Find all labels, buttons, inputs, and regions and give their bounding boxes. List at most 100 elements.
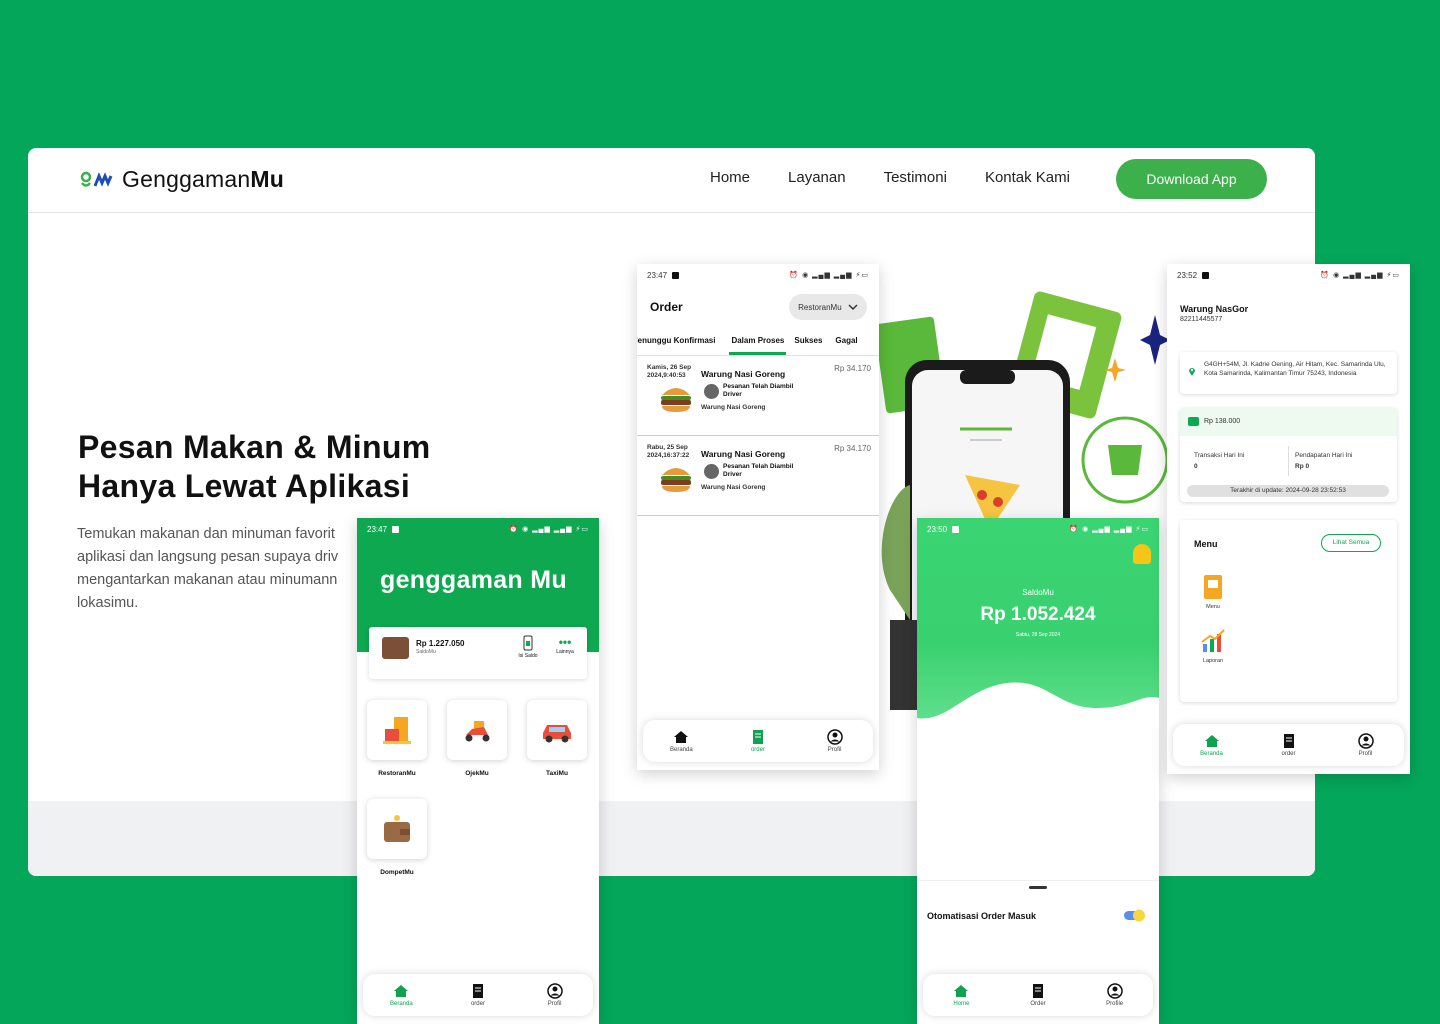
download-app-button[interactable]: Download App (1116, 159, 1267, 199)
saldo-card[interactable]: Rp 1.227.050 SaldoMu Isi Saldo ••• Lainn… (369, 627, 587, 679)
service-ojekmu[interactable]: OjekMu (447, 700, 507, 777)
merchant-address: G4GH+54M, Jl. Kadrie Oening, Air Hitam, … (1180, 352, 1397, 394)
profile-icon (1106, 983, 1123, 999)
page-title: Order (650, 300, 683, 314)
nav-kontak[interactable]: Kontak Kami (985, 169, 1070, 186)
navbar: GenggamanMu Home Layanan Testimoni Konta… (28, 148, 1315, 213)
menu-item-menu[interactable]: Menu (1198, 574, 1228, 610)
receipt-icon (472, 984, 483, 998)
restaurant-icon (383, 717, 411, 744)
receipt-icon (1283, 734, 1294, 748)
more-icon: ••• (558, 635, 572, 649)
isi-saldo-button[interactable]: Isi Saldo (517, 635, 539, 659)
hero-title: Pesan Makan & Minum Hanya Lewat Aplikasi (78, 428, 498, 506)
menu-title: Menu (1194, 539, 1218, 549)
pendapatan-stat: Pendapatan Hari Ini Rp 0 (1295, 452, 1353, 470)
order-status-text: Pesanan Telah Diambil Driver (723, 463, 794, 478)
hero-desc-line: aplikasi dan langsung pesan supaya driv (77, 549, 339, 565)
service-taximu[interactable]: TaxiMu (527, 700, 587, 777)
menu-card: Menu Lihat Semua Menu Laporan (1180, 520, 1397, 702)
restaurant-select[interactable]: RestoranMu (789, 294, 867, 320)
tab-dalam-proses[interactable]: Dalam Proses (729, 330, 787, 355)
wallet-icon (1188, 417, 1199, 426)
saldo-amount: Rp 1.052.424 (980, 604, 1096, 625)
saldo-date: Sabtu, 28 Sep 2024 (1015, 632, 1061, 638)
nav-profile[interactable]: Profile (1085, 983, 1145, 1007)
nav-beranda[interactable]: Beranda (371, 983, 431, 1007)
phone-home-screen: 23:47 ⏰ ◉ ▂▄▆ ▂▄▆ ⚡▭ genggaman Mu Rp 1.2… (357, 518, 599, 1024)
receipt-icon (1032, 984, 1043, 998)
location-pin-icon (1189, 368, 1195, 376)
order-restaurant: Warung Nasi Goreng (701, 369, 786, 379)
status-bar: 23:47 ⏰ ◉ ▂▄▆ ▂▄▆ ⚡▭ (367, 524, 589, 534)
tab-menunggu[interactable]: Menunggu Konfirmasi (637, 330, 715, 355)
tab-gagal[interactable]: Gagal (835, 330, 857, 355)
restaurant-select-value: RestoranMu (798, 302, 842, 312)
auto-order-toggle[interactable] (1124, 909, 1146, 922)
brand-name: GenggamanMu (122, 166, 284, 192)
nav-beranda[interactable]: Beranda (1182, 733, 1242, 757)
hero-desc-line: mengantarkan makanan atau minumann (77, 572, 338, 588)
status-icons: ⏰ ◉ ▂▄▆ ▂▄▆ ⚡▭ (789, 272, 869, 279)
merchant-balance: Rp 138.000 (1180, 408, 1397, 436)
wave-decoration (917, 682, 1159, 728)
nav-beranda[interactable]: Beranda (651, 729, 711, 753)
sheet-divider (917, 880, 1159, 881)
status-bar: 23:47 ⏰ ◉ ▂▄▆ ▂▄▆ ⚡▭ (637, 264, 879, 286)
order-status-text: Pesanan Telah Diambil Driver (723, 383, 794, 398)
driver-icon (704, 383, 719, 399)
service-dompetmu[interactable]: DompetMu (367, 799, 427, 876)
app-logo: genggaman Mu (380, 566, 567, 594)
lihat-semua-button[interactable]: Lihat Semua (1321, 534, 1381, 552)
nav-home[interactable]: Home (931, 983, 991, 1007)
order-date: Kamis, 26 Sep 2024,9:40:53 (647, 364, 692, 379)
sheet-handle[interactable] (1029, 886, 1047, 889)
order-price: Rp 34.170 (834, 444, 871, 453)
nav-profil[interactable]: Profil (805, 729, 865, 753)
nav-layanan[interactable]: Layanan (788, 169, 846, 186)
car-icon (543, 725, 571, 743)
logo-icon (80, 171, 113, 187)
phone-icon (523, 635, 533, 651)
nav-order[interactable]: order (448, 983, 508, 1007)
service-restoranmu[interactable]: RestoranMu (367, 700, 427, 777)
brand-logo[interactable]: GenggamanMu (80, 166, 284, 193)
lainnya-button[interactable]: ••• Lainnya (554, 635, 576, 655)
nav-testimoni[interactable]: Testimoni (884, 169, 947, 186)
hero-title-line1: Pesan Makan & Minum (78, 429, 431, 465)
nav-order[interactable]: Order (1008, 983, 1068, 1007)
last-update: Terakhir di update: 2024-09-28 23:52:53 (1187, 485, 1389, 497)
scooter-icon (465, 721, 490, 742)
phone-merchant-screen: 23:52 ⏰ ◉ ▂▄▆ ▂▄▆ ⚡▭ Warung NasGor 82211… (1167, 264, 1410, 774)
hero-title-line2: Hanya Lewat Aplikasi (78, 468, 411, 504)
bottom-nav: Beranda order Profil (363, 974, 593, 1016)
order-tabs: Menunggu Konfirmasi Dalam Proses Sukses … (637, 330, 879, 356)
order-subtitle: Warung Nasi Goreng (701, 484, 766, 491)
order-subtitle: Warung Nasi Goreng (701, 404, 766, 411)
bell-icon[interactable] (1133, 544, 1151, 564)
tab-sukses[interactable]: Sukses (794, 330, 822, 355)
order-date: Rabu, 25 Sep 2024,16:37:22 (647, 444, 690, 459)
burger-icon (661, 388, 691, 412)
saldo-title: SaldoMu (1022, 588, 1054, 597)
bottom-nav: Beranda order Profil (643, 720, 873, 762)
nav-profil[interactable]: Profil (1336, 733, 1396, 757)
home-icon (394, 985, 409, 997)
nav-order[interactable]: order (1259, 733, 1319, 757)
order-card[interactable]: Rabu, 25 Sep 2024,16:37:22 Warung Nasi Go… (637, 436, 879, 516)
saldo-amount: Rp 1.227.050 (416, 639, 465, 648)
nav-profil[interactable]: Profil (525, 983, 585, 1007)
chevron-down-icon (848, 304, 858, 311)
menu-item-laporan[interactable]: Laporan (1198, 628, 1228, 664)
nav-home[interactable]: Home (710, 169, 750, 186)
chart-icon (1201, 629, 1225, 652)
order-card[interactable]: Kamis, 26 Sep 2024,9:40:53 Warung Nasi Go… (637, 356, 879, 436)
nav-order[interactable]: order (728, 729, 788, 753)
hero-desc-line: Temukan makanan dan minuman favorit (77, 526, 335, 542)
profile-icon (546, 983, 563, 999)
receipt-icon (752, 730, 763, 744)
merchant-name: Warung NasGor (1180, 304, 1249, 314)
order-status: Pesanan Telah Diambil Driver (704, 383, 803, 399)
profile-icon (826, 729, 843, 745)
status-bar: 23:50 ⏰ ◉ ▂▄▆ ▂▄▆ ⚡▭ (927, 524, 1149, 534)
